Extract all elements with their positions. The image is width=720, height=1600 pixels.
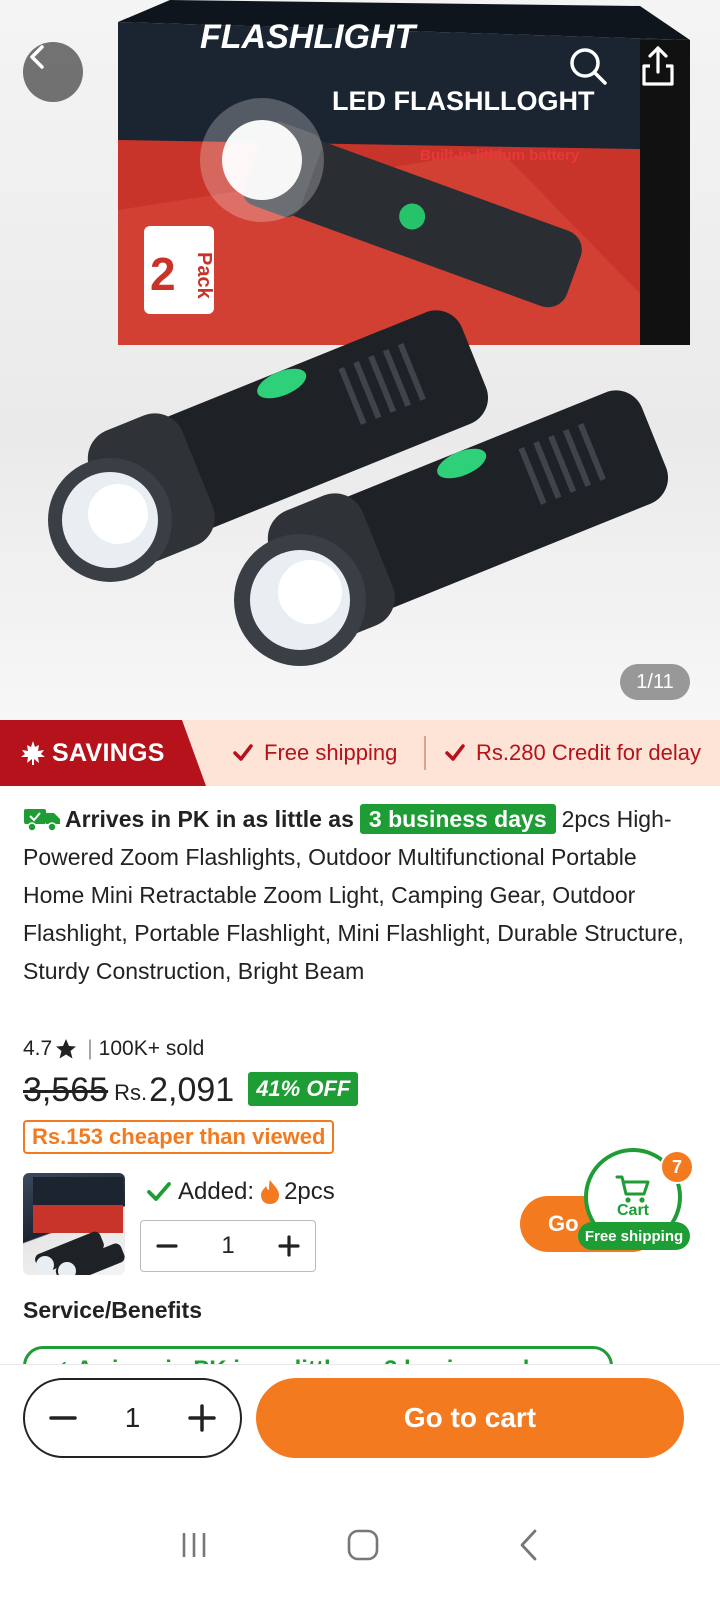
savings-label: SAVINGS <box>52 738 165 767</box>
plus-icon <box>188 1404 216 1432</box>
arrival-text: Arrives in PK in as little as <box>65 806 354 832</box>
share-button[interactable] <box>638 44 692 98</box>
svg-text:Pack: Pack <box>193 252 215 300</box>
cart-label: Cart <box>616 1202 649 1219</box>
box-title-text: LED FLASHLLOGHT <box>332 86 595 116</box>
go-button-label: Go <box>548 1211 579 1236</box>
chevron-left-icon <box>30 45 44 69</box>
decrease-qty-button[interactable] <box>141 1220 193 1272</box>
search-button[interactable] <box>566 44 620 98</box>
increase-qty-button[interactable] <box>263 1220 315 1272</box>
check-icon <box>445 744 465 761</box>
box-subtitle-text: Built-in lithium battery <box>420 147 580 164</box>
cheaper-than-viewed-badge: Rs.153 cheaper than viewed <box>23 1120 335 1154</box>
discount-badge: 41% OFF <box>248 1072 359 1106</box>
back-button[interactable] <box>23 42 83 102</box>
currency-symbol: Rs. <box>114 1080 148 1105</box>
rating-value: 4.7 <box>23 1037 53 1060</box>
recent-apps-icon[interactable] <box>179 1531 209 1559</box>
rating-row[interactable]: 4.7 | 100K+ sold <box>23 1037 204 1061</box>
original-price: 3,565 <box>23 1071 109 1109</box>
perk-free-shipping: Free shipping <box>232 720 397 786</box>
star-icon <box>56 1039 77 1059</box>
check-icon <box>233 744 253 761</box>
back-nav-icon[interactable] <box>517 1528 541 1562</box>
svg-text:2: 2 <box>150 248 176 300</box>
product-image-carousel[interactable]: FLASHLIGHT LED FLASHLLOGHT Built-in lith… <box>0 0 720 720</box>
plus-icon <box>278 1235 300 1257</box>
system-nav-bar <box>0 1490 720 1600</box>
search-icon <box>570 48 607 85</box>
added-label: Added: <box>178 1178 255 1205</box>
go-to-cart-label: Go to cart <box>403 1402 537 1433</box>
quantity-value[interactable]: 1 <box>101 1402 164 1434</box>
maple-leaf-icon <box>21 741 45 765</box>
box-brand-text: FLASHLIGHT <box>200 18 419 56</box>
decrease-qty-button[interactable] <box>25 1380 101 1456</box>
perk-divider <box>424 736 426 770</box>
quantity-stepper: 1 <box>23 1378 242 1458</box>
cart-icon <box>615 1175 650 1203</box>
flame-icon <box>261 1180 280 1204</box>
product-photo: FLASHLIGHT LED FLASHLLOGHT Built-in lith… <box>48 0 690 666</box>
added-status: Added: 2pcs <box>146 1178 335 1206</box>
thumbnail-image <box>33 1177 125 1275</box>
image-counter: 1/11 <box>620 664 690 700</box>
perk-label: Rs.280 Credit for delay <box>476 740 701 765</box>
added-qty-text: 2pcs <box>284 1178 335 1205</box>
business-days-badge: 3 business days <box>359 804 556 834</box>
separator: | <box>87 1037 93 1060</box>
sold-count: 100K+ sold <box>98 1037 205 1060</box>
savings-band[interactable]: SAVINGS Free shipping Rs.280 Credit for … <box>0 720 720 786</box>
increase-qty-button[interactable] <box>164 1380 240 1456</box>
share-icon <box>642 46 674 86</box>
quantity-value[interactable]: 1 <box>193 1232 263 1260</box>
price-row: 3,565 Rs. 2,091 41% OFF <box>23 1064 359 1110</box>
savings-tag: SAVINGS <box>0 720 206 786</box>
product-title-block: Arrives in PK in as little as 3 business … <box>23 800 699 990</box>
product-title: 2pcs High-Powered Zoom Flashlights, Outd… <box>23 806 684 984</box>
minus-icon <box>49 1416 77 1420</box>
go-to-cart-button[interactable]: Go to cart <box>256 1378 684 1458</box>
service-benefits-heading: Service/Benefits <box>23 1297 202 1323</box>
free-shipping-pill: Free shipping <box>578 1222 690 1250</box>
product-thumbnail <box>23 1173 125 1275</box>
perk-delay-credit: Rs.280 Credit for delay <box>444 720 701 786</box>
home-icon[interactable] <box>346 1528 380 1562</box>
delivery-truck-icon <box>24 809 60 832</box>
quantity-stepper-small: 1 <box>140 1220 316 1272</box>
sale-price: 2,091 <box>149 1071 235 1109</box>
minus-icon <box>156 1244 178 1248</box>
cart-count-badge: 7 <box>660 1150 694 1184</box>
perk-label: Free shipping <box>264 740 398 765</box>
check-icon <box>147 1182 171 1201</box>
